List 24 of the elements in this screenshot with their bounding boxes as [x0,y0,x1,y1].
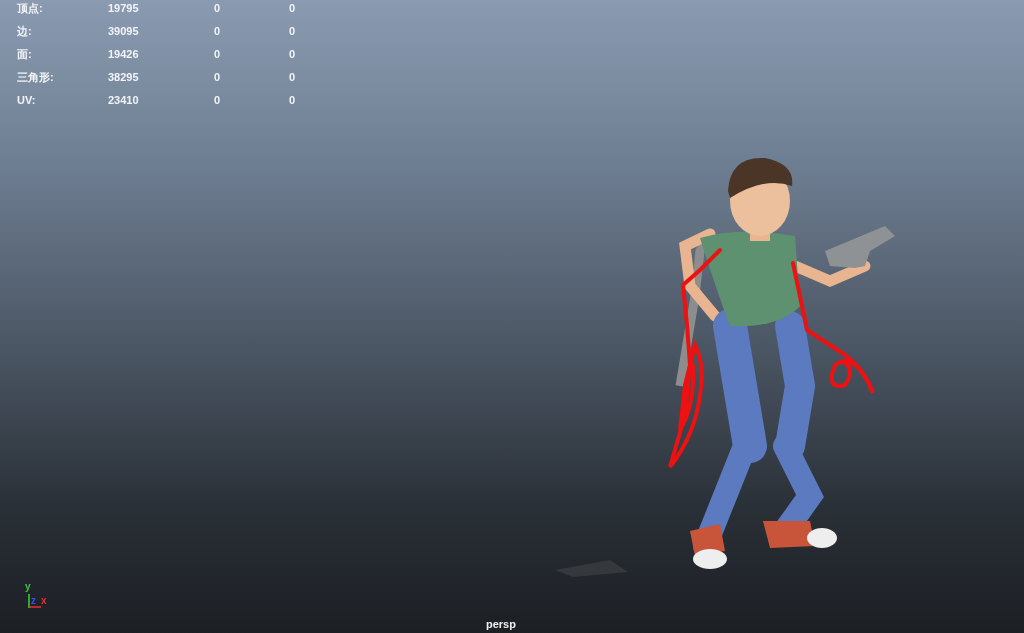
axis-label: x [41,596,47,606]
stat-value: 19426 [108,47,140,62]
stat-label: 面: [17,47,33,62]
stat-value: 0 [214,93,222,108]
stat-label: UV: [17,93,37,108]
axis-label: y [25,582,31,592]
stat-value: 0 [289,1,297,16]
stat-value: 0 [289,24,297,39]
stat-value: 23410 [108,93,140,108]
stat-label: 三角形: [17,70,55,85]
stat-value: 0 [214,70,222,85]
stat-value: 38295 [108,70,140,85]
stat-value: 0 [289,70,297,85]
stat-value: 0 [214,24,222,39]
camera-label: persp [486,617,516,631]
stat-value: 19795 [108,1,140,16]
stat-value: 0 [214,47,222,62]
stat-value: 0 [289,47,297,62]
stat-label: 边: [17,24,33,39]
stat-value: 0 [289,93,297,108]
stat-label: 顶点: [17,1,44,16]
stat-value: 39095 [108,24,140,39]
axis-label: z [31,596,36,606]
stat-value: 0 [214,1,222,16]
